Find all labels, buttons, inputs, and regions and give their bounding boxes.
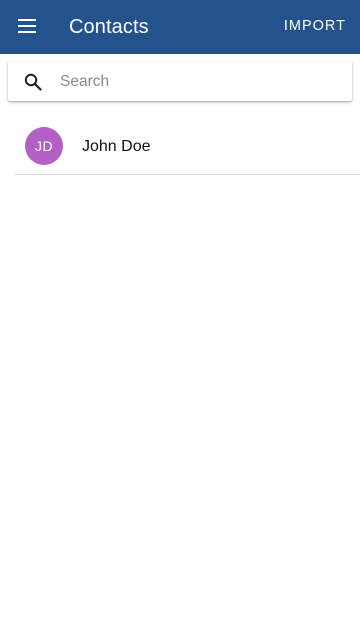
import-button[interactable]: IMPORT [284, 16, 346, 36]
app-bar: Contacts IMPORT [0, 0, 360, 54]
contact-name: John Doe [82, 138, 151, 155]
list-item[interactable]: JD John Doe [0, 112, 360, 175]
page-title: Contacts [69, 16, 149, 38]
contacts-screen: Contacts IMPORT JD John Doe [0, 0, 360, 640]
hamburger-menu-icon [18, 19, 36, 33]
search-input[interactable] [60, 68, 340, 95]
avatar: JD [25, 127, 63, 165]
search-icon [24, 73, 42, 91]
menu-button[interactable] [8, 7, 46, 45]
list-divider [15, 174, 360, 175]
contact-list: JD John Doe [0, 112, 360, 175]
search-bar [8, 62, 352, 101]
